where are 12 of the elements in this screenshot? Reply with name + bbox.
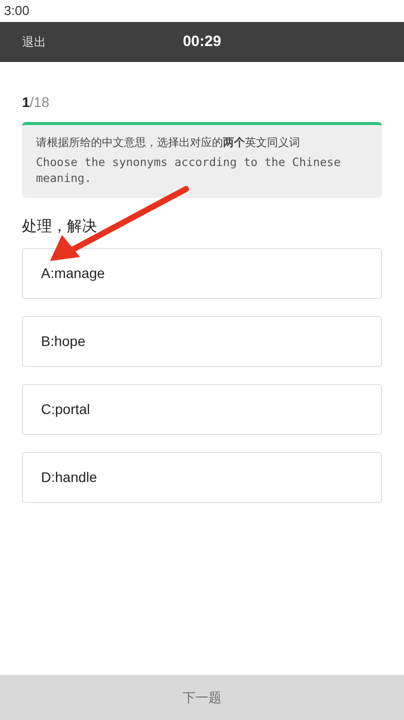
answer-option[interactable]: D:handle xyxy=(22,452,382,503)
instruction-chinese: 请根据所给的中文意思，选择出对应的两个英文同义词 xyxy=(36,136,301,151)
question-prompt: 处理，解决 xyxy=(22,216,98,236)
timer: 00:29 xyxy=(182,32,222,52)
progress-current: 1 xyxy=(22,93,30,108)
progress-total: /18 xyxy=(30,93,50,108)
exit-button[interactable]: 退出 xyxy=(22,33,46,51)
answer-option[interactable]: B:hope xyxy=(22,316,382,367)
status-time: 3:00 xyxy=(4,2,30,20)
answer-option[interactable]: A:manage xyxy=(22,248,382,299)
answer-option[interactable]: C:portal xyxy=(22,384,382,435)
instruction-english: Choose the synonyms according to the Chinese meaning. xyxy=(36,154,342,186)
